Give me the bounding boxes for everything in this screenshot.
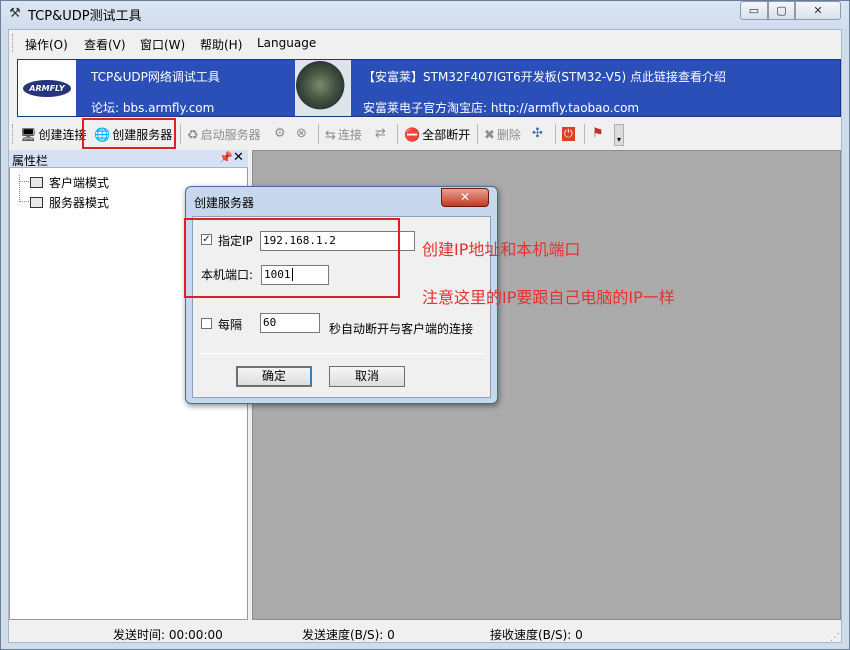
start-server-button[interactable]: ♻ 启动服务器 — [187, 126, 261, 143]
menu-grip[interactable] — [12, 34, 15, 52]
new-connection-icon: 🖥 — [20, 128, 37, 143]
menu-operate[interactable]: 操作(O) — [25, 36, 68, 53]
disconnect-all-icon: ⛔ — [404, 128, 421, 143]
toolbar-separator — [555, 124, 556, 144]
server-settings-button[interactable]: ⚙ — [274, 126, 288, 141]
minimize-button[interactable]: ▭ — [740, 1, 768, 20]
network-gear-icon: ✣ — [532, 126, 543, 141]
banner-shop-link[interactable]: 安富莱电子官方淘宝店: http://armfly.taobao.com — [363, 99, 639, 116]
create-connection-label: 创建连接 — [38, 128, 87, 142]
ok-button[interactable]: 确定 — [236, 366, 312, 387]
resize-grip-icon[interactable]: ⋰ — [830, 632, 840, 643]
server-settings-icon: ⚙ — [274, 126, 286, 141]
create-connection-button[interactable]: 🖥 创建连接 — [20, 126, 87, 143]
menu-language[interactable]: Language — [257, 36, 316, 50]
tree-connector — [19, 181, 29, 182]
menu-view[interactable]: 查看(V) — [84, 36, 126, 53]
app-tools-icon: ⚒ — [9, 6, 21, 21]
network-settings-button[interactable]: ✣ — [532, 126, 545, 141]
toolbar-separator — [180, 124, 181, 144]
dialog-title: 创建服务器 — [194, 196, 255, 210]
toolbar-separator — [318, 124, 319, 144]
pin-icon[interactable]: 📌 — [219, 151, 233, 164]
armfly-logo: ARMFLY — [23, 80, 71, 97]
power-button[interactable]: ⏻ — [562, 126, 577, 141]
annotation-ip-note: 注意这里的IP要跟自己电脑的IP一样 — [422, 288, 675, 307]
property-panel-title: 属性栏 — [12, 154, 49, 168]
status-recv-speed: 接收速度(B/S): 0 — [490, 628, 583, 642]
menu-help[interactable]: 帮助(H) — [200, 36, 242, 53]
close-icon[interactable]: ✕ — [233, 150, 244, 165]
exit-button[interactable]: ⚑ — [592, 126, 606, 141]
exit-icon: ⚑ — [592, 126, 604, 141]
menu-window[interactable]: 窗口(W) — [140, 36, 185, 53]
toolbar-separator — [584, 124, 585, 144]
tree-item-label: 客户端模式 — [49, 176, 110, 190]
banner-promo-link[interactable]: 【安富莱】STM32F407IGT6开发板(STM32-V5) 点此链接查看介绍 — [363, 68, 726, 85]
disconnect-all-label: 全部断开 — [422, 128, 471, 142]
stop-circle-icon: ⊗ — [296, 126, 307, 141]
interval-seconds-input[interactable]: 60 — [260, 313, 320, 333]
dialog-divider — [200, 353, 484, 354]
every-label: 每隔 — [218, 318, 243, 332]
auto-disconnect-checkbox[interactable] — [201, 318, 212, 329]
delete-x-icon: ✖ — [484, 128, 495, 143]
power-icon: ⏻ — [562, 127, 575, 141]
maximize-button[interactable]: ▢ — [768, 1, 795, 20]
menu-bar — [9, 30, 841, 56]
disconnect-all-button[interactable]: ⛔ 全部断开 — [404, 126, 470, 143]
window-title: TCP&UDP测试工具 — [28, 9, 142, 24]
banner-app-name: TCP&UDP网络调试工具 — [91, 70, 220, 84]
tree-item-client-mode[interactable]: 客户端模式 — [30, 174, 109, 191]
tree-item-label: 服务器模式 — [49, 196, 110, 210]
status-send-time: 发送时间: 00:00:00 — [113, 628, 223, 642]
toolbar-separator — [397, 124, 398, 144]
start-server-label: 启动服务器 — [200, 128, 261, 142]
banner-forum-link[interactable]: 论坛: bbs.armfly.com — [91, 99, 214, 116]
toolbar-grip[interactable] — [12, 124, 15, 144]
tree-connector — [19, 201, 29, 202]
delete-label: 删除 — [496, 128, 521, 142]
dev-board-image — [295, 60, 351, 116]
delete-button[interactable]: ✖ 删除 — [484, 126, 521, 143]
close-button[interactable]: ✕ — [795, 1, 841, 20]
status-send-speed: 发送速度(B/S): 0 — [302, 628, 395, 642]
computer-icon — [30, 177, 43, 188]
toolbar-separator — [477, 124, 478, 144]
dialog-close-button[interactable]: ✕ — [441, 188, 489, 207]
interval-suffix-label: 秒自动断开与客户端的连接 — [329, 322, 474, 336]
stop-server-button[interactable]: ⊗ — [296, 126, 309, 141]
disconnect-icon: ⇄ — [375, 126, 386, 141]
tree-item-server-mode[interactable]: 服务器模式 — [30, 194, 109, 211]
toolbar-overflow-chevron-icon[interactable]: ▾ — [614, 124, 624, 146]
disconnect-button[interactable]: ⇄ — [375, 126, 388, 141]
tree-connector — [19, 175, 20, 202]
cancel-button[interactable]: 取消 — [329, 366, 405, 387]
annotation-create-ip-port: 创建IP地址和本机端口 — [422, 240, 581, 259]
ip-port-highlight — [184, 218, 400, 298]
create-server-highlight — [82, 118, 176, 149]
computer-icon — [30, 197, 43, 208]
connect-icon: ⇆ — [325, 128, 336, 143]
start-server-icon: ♻ — [187, 128, 199, 143]
connect-button[interactable]: ⇆ 连接 — [325, 126, 362, 143]
connect-label: 连接 — [337, 128, 362, 142]
close-icon: ✕ — [459, 190, 471, 204]
